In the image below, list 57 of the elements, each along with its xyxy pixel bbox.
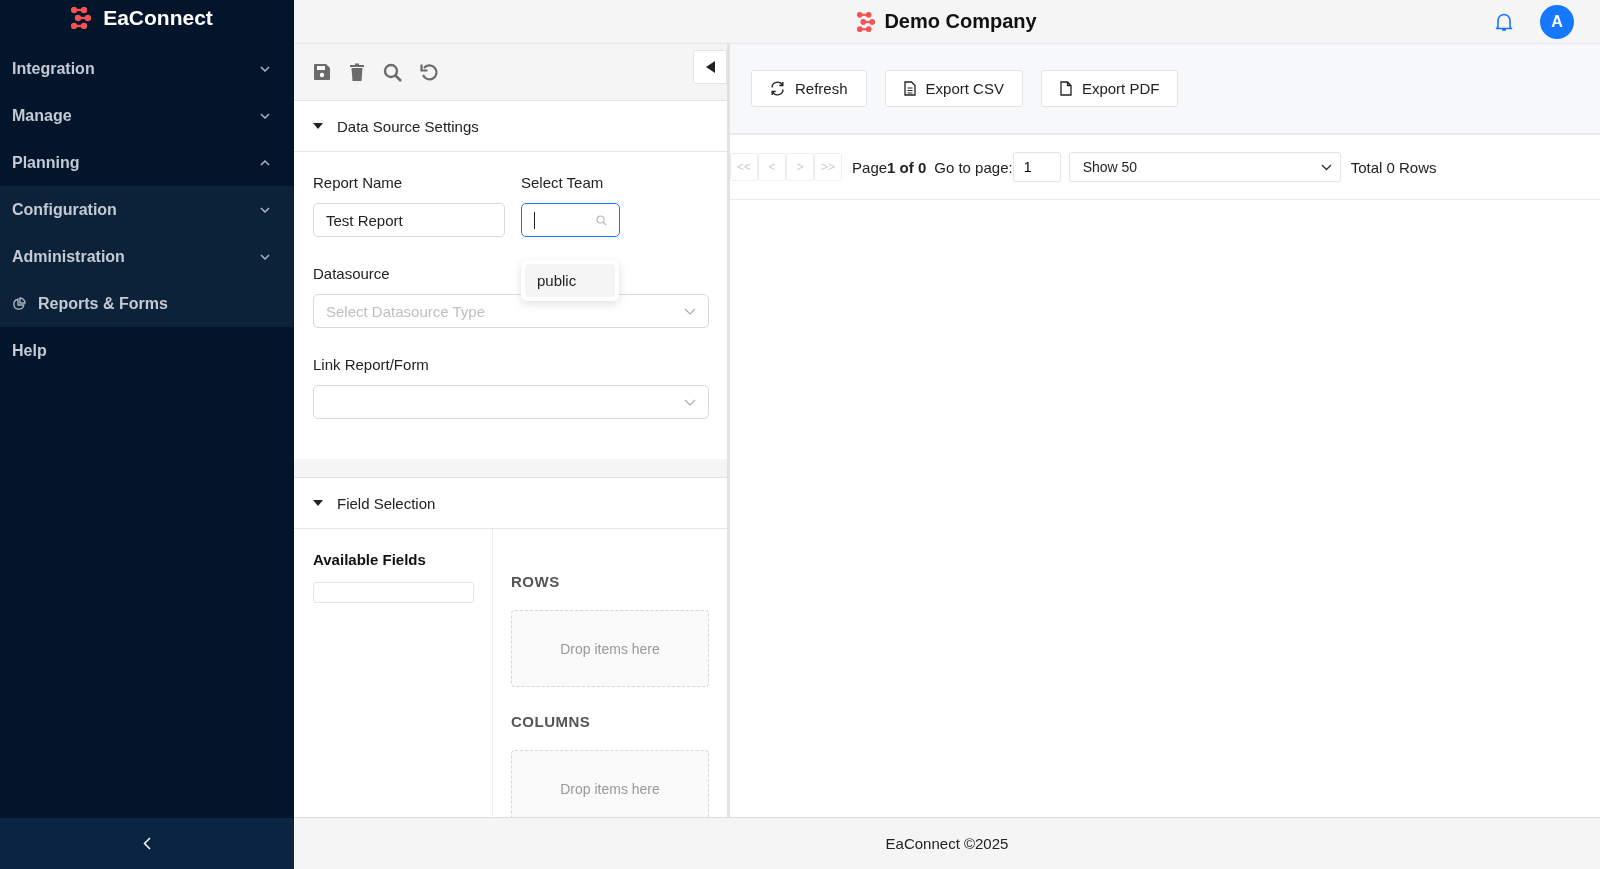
save-icon[interactable] — [313, 63, 331, 81]
footer-text: EaConnect ©2025 — [885, 835, 1009, 852]
logo-icon — [71, 6, 92, 29]
field-label: Report Name — [313, 174, 403, 191]
logo-icon — [857, 11, 876, 32]
zone-heading: COLUMNS — [511, 713, 592, 730]
chevron-down-icon — [684, 398, 696, 406]
team-search-field[interactable] — [521, 203, 620, 237]
field-search-input[interactable] — [313, 582, 474, 603]
search-icon — [596, 214, 607, 226]
section-header[interactable]: Data Source Settings — [294, 101, 727, 152]
page-info: Page1 of 0 — [852, 158, 927, 176]
collapse-panel-button[interactable] — [693, 50, 727, 84]
field-label: Link Report/Form — [313, 356, 429, 373]
sidebar-item[interactable]: Administration — [0, 233, 294, 280]
page-number-input[interactable]: 1 — [1012, 152, 1061, 182]
chevron-down-icon — [1320, 163, 1332, 171]
user-avatar[interactable]: A — [1540, 4, 1574, 39]
dropdown-option[interactable]: public — [525, 264, 615, 297]
caret-down-icon — [313, 122, 323, 130]
field-label: Select Team — [521, 174, 604, 191]
go-to-page-label: Go to page: — [934, 158, 1013, 176]
total-rows: Total 0 Rows — [1350, 158, 1437, 176]
report-name-input[interactable]: Test Report — [313, 203, 505, 237]
sidebar-item[interactable]: Planning — [0, 139, 294, 186]
toolbar-button[interactable]: Refresh — [751, 70, 867, 107]
brand-name: EaConnect — [103, 5, 213, 30]
section-header[interactable]: Field Selection — [294, 478, 727, 529]
sidebar-item[interactable]: Manage — [0, 92, 294, 139]
company-name: Demo Company — [884, 10, 1037, 33]
sidebar-item[interactable]: Reports & Forms — [0, 280, 294, 327]
chevron-down-icon — [684, 307, 696, 315]
field-label: Datasource — [313, 265, 390, 282]
toolbar-button[interactable]: Export CSV — [884, 70, 1023, 107]
triangle-left-icon — [705, 61, 715, 73]
undo-icon[interactable] — [420, 62, 439, 82]
toolbar-button[interactable]: Export PDF — [1040, 70, 1179, 107]
sidebar-item[interactable]: Integration — [0, 45, 294, 92]
page-size-select[interactable]: Show 50 — [1068, 152, 1341, 182]
sidebar-item[interactable]: Help — [0, 327, 294, 374]
file-icon — [1059, 81, 1072, 96]
refresh-icon — [770, 81, 785, 96]
chevron-down-icon — [260, 65, 270, 72]
sidebar-item[interactable]: Configuration — [0, 186, 294, 233]
chevron-up-icon — [260, 159, 270, 166]
document-icon — [903, 81, 916, 96]
caret-down-icon — [313, 499, 323, 507]
zone-heading: ROWS — [511, 573, 561, 590]
notification-bell-icon[interactable] — [1495, 11, 1513, 32]
chevron-down-icon — [260, 206, 270, 213]
chevron-down-icon — [260, 253, 270, 260]
search-icon[interactable] — [383, 62, 402, 82]
delete-icon[interactable] — [349, 62, 365, 82]
available-fields-heading: Available Fields — [313, 551, 427, 568]
chevron-down-icon — [260, 112, 270, 119]
chevron-left-icon — [143, 837, 151, 850]
pie-chart-icon — [12, 296, 26, 311]
